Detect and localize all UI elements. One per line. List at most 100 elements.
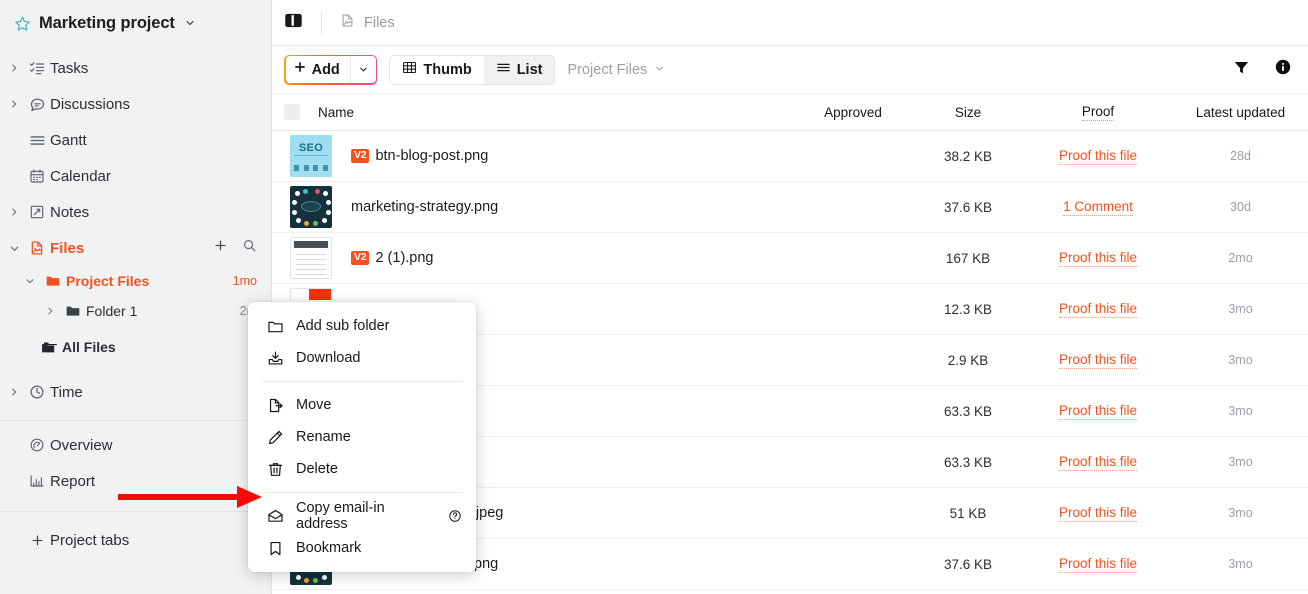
sidebar-item-label: Calendar [50, 168, 111, 185]
sidebar-item-report[interactable]: Report [0, 463, 271, 499]
chevron-right-icon[interactable] [4, 63, 24, 73]
column-header-size[interactable]: Size [913, 105, 1023, 120]
tree-item-folder-1[interactable]: Folder 1 2m [0, 296, 271, 326]
proof-link[interactable]: Proof this file [1059, 454, 1137, 471]
add-button[interactable]: Add [284, 55, 377, 85]
sidebar-item-files[interactable]: Files [0, 230, 271, 266]
chevron-down-icon[interactable] [20, 276, 40, 286]
proof-link[interactable]: Proof this file [1059, 403, 1137, 420]
table-header: Name Approved Size Proof Latest updated [272, 94, 1308, 131]
sidebar-item-label: Discussions [50, 96, 130, 113]
tab-thumb-view[interactable]: Thumb [390, 56, 483, 84]
cell-size: 2.9 KB [913, 353, 1023, 368]
help-icon[interactable] [448, 509, 462, 523]
clock-icon [24, 384, 50, 400]
toolbar: Add Thumb [272, 46, 1308, 94]
menu-item-label: Rename [296, 429, 351, 445]
column-header-name[interactable]: Name [300, 105, 793, 120]
sidebar-item-time[interactable]: Time [0, 374, 271, 410]
select-all-checkbox[interactable] [284, 104, 300, 120]
cell-proof[interactable]: Proof this file [1023, 504, 1173, 522]
folder-icon [266, 318, 284, 335]
column-header-latest-updated[interactable]: Latest updated [1173, 105, 1308, 120]
proof-link[interactable]: Proof this file [1059, 352, 1137, 369]
project-tabs-label: Project tabs [50, 532, 129, 549]
chevron-right-icon[interactable] [40, 306, 60, 316]
add-button-label: Add [312, 62, 340, 78]
chevron-right-icon[interactable] [4, 207, 24, 217]
star-icon[interactable] [14, 15, 31, 32]
proof-link[interactable]: 1 Comment [1063, 199, 1133, 216]
discussions-icon [24, 96, 50, 113]
bookmark-icon [266, 540, 284, 557]
column-header-proof[interactable]: Proof [1023, 103, 1173, 121]
chevron-right-icon[interactable] [4, 387, 24, 397]
menu-item-label: Bookmark [296, 540, 361, 556]
column-header-approved[interactable]: Approved [793, 105, 913, 120]
file-name[interactable]: marketing-strategy.png [351, 199, 498, 215]
menu-item-move[interactable]: Move [248, 389, 476, 421]
cell-proof[interactable]: Proof this file [1023, 555, 1173, 573]
sidebar-item-notes[interactable]: Notes [0, 194, 271, 230]
plus-icon [293, 60, 307, 79]
cell-proof[interactable]: Proof this file [1023, 351, 1173, 369]
grid-icon [402, 60, 417, 79]
file-thumbnail[interactable]: SEO [290, 135, 332, 177]
cell-latest-updated: 3mo [1173, 455, 1308, 469]
sidebar-item-tasks[interactable]: Tasks [0, 50, 271, 86]
sidebar-item-label: Report [50, 473, 95, 490]
menu-item-label: Add sub folder [296, 318, 390, 334]
cell-latest-updated: 2mo [1173, 251, 1308, 265]
add-file-icon[interactable] [213, 238, 228, 258]
proof-link[interactable]: Proof this file [1059, 556, 1137, 573]
project-header[interactable]: Marketing project [0, 0, 271, 44]
tree-item-project-files[interactable]: Project Files 1mo [0, 266, 271, 296]
menu-item-delete[interactable]: Delete [248, 453, 476, 485]
cell-proof[interactable]: Proof this file [1023, 402, 1173, 420]
sidebar-item-calendar[interactable]: Calendar [0, 158, 271, 194]
list-icon [496, 60, 511, 79]
sidebar-item-label: Tasks [50, 60, 88, 77]
chevron-down-icon[interactable] [184, 17, 196, 29]
table-row[interactable]: V2 2 (1).png 167 KB Proof this file 2mo [272, 233, 1308, 284]
chevron-right-icon[interactable] [4, 99, 24, 109]
breadcrumb[interactable]: Files [340, 13, 395, 33]
tab-list-view[interactable]: List [484, 56, 555, 84]
file-thumbnail[interactable] [290, 186, 332, 228]
proof-link[interactable]: Proof this file [1059, 148, 1137, 165]
info-icon[interactable] [1274, 58, 1292, 81]
sidebar-item-label: Gantt [50, 132, 87, 149]
folder-filter-dropdown[interactable]: Project Files [567, 61, 665, 79]
menu-item-bookmark[interactable]: Bookmark [248, 532, 476, 564]
cell-proof[interactable]: Proof this file [1023, 147, 1173, 165]
file-name[interactable]: 2 (1).png [375, 250, 433, 266]
proof-link[interactable]: Proof this file [1059, 301, 1137, 318]
table-row[interactable]: marketing-strategy.png 37.6 KB 1 Comment… [272, 182, 1308, 233]
panel-toggle-icon[interactable] [284, 11, 303, 35]
menu-item-rename[interactable]: Rename [248, 421, 476, 453]
funnel-icon[interactable] [1233, 59, 1250, 81]
tree-item-all-files[interactable]: All Files [0, 332, 271, 362]
add-dropdown-toggle[interactable] [350, 56, 376, 83]
proof-link[interactable]: Proof this file [1059, 505, 1137, 522]
menu-item-copy-email-in-address[interactable]: Copy email-in address [248, 500, 476, 532]
chevron-down-icon[interactable] [4, 243, 24, 254]
header-divider [321, 12, 322, 34]
add-button-main[interactable]: Add [286, 56, 350, 83]
menu-item-add-sub-folder[interactable]: Add sub folder [248, 310, 476, 342]
project-tabs-button[interactable]: Project tabs [0, 522, 271, 558]
sidebar-item-discussions[interactable]: Discussions [0, 86, 271, 122]
file-name[interactable]: btn-blog-post.png [375, 148, 488, 164]
cell-proof[interactable]: Proof this file [1023, 249, 1173, 267]
sidebar-item-gantt[interactable]: Gantt [0, 122, 271, 158]
version-badge: V2 [351, 149, 369, 163]
sidebar-item-overview[interactable]: Overview [0, 427, 271, 463]
cell-proof[interactable]: Proof this file [1023, 300, 1173, 318]
proof-link[interactable]: Proof this file [1059, 250, 1137, 267]
table-row[interactable]: SEO V2 btn-blog-post.png 38.2 KB Proof t… [272, 131, 1308, 182]
file-thumbnail[interactable] [290, 237, 332, 279]
cell-proof[interactable]: Proof this file [1023, 453, 1173, 471]
menu-item-download[interactable]: Download [248, 342, 476, 374]
search-icon[interactable] [242, 238, 257, 258]
cell-proof[interactable]: 1 Comment [1023, 198, 1173, 216]
